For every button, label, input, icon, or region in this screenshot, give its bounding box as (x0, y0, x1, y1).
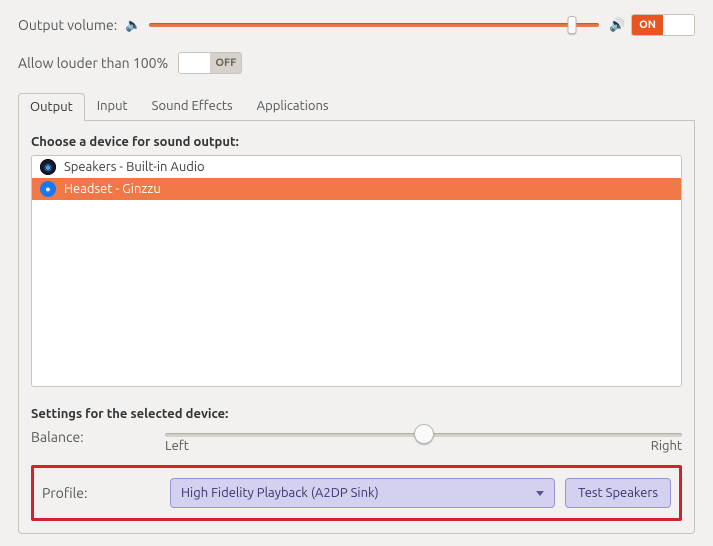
tab-input[interactable]: Input (85, 92, 140, 120)
balance-row: Balance: Left Right (31, 427, 682, 453)
balance-slider[interactable] (165, 433, 682, 437)
allow-louder-label: Allow louder than 100% (18, 55, 168, 71)
bluetooth-icon: ● (40, 181, 56, 197)
balance-thumb[interactable] (414, 424, 434, 444)
balance-left-label: Left (165, 439, 189, 453)
output-volume-toggle[interactable]: ON (631, 14, 695, 36)
toggle-knob (663, 15, 694, 35)
settings-heading: Settings for the selected device: (31, 407, 682, 421)
toggle-off-label: OFF (210, 53, 241, 73)
output-volume-label: Output volume: (18, 17, 117, 33)
device-label: Headset - Ginzzu (64, 182, 161, 196)
choose-device-heading: Choose a device for sound output: (31, 135, 682, 149)
output-device-list[interactable]: ◉ Speakers - Built-in Audio ● Headset - … (31, 155, 682, 387)
test-speakers-button[interactable]: Test Speakers (565, 478, 671, 508)
volume-low-icon: 🔈 (125, 18, 139, 33)
tab-output[interactable]: Output (18, 93, 85, 121)
profile-label: Profile: (42, 485, 160, 501)
output-volume-thumb[interactable] (568, 16, 577, 34)
device-row-headset[interactable]: ● Headset - Ginzzu (32, 178, 681, 200)
tab-applications[interactable]: Applications (245, 92, 341, 120)
volume-high-icon: 🔊 (609, 18, 623, 33)
output-volume-row: Output volume: 🔈 🔊 ON (18, 14, 695, 36)
allow-louder-toggle[interactable]: OFF (178, 52, 242, 74)
device-label: Speakers - Built-in Audio (64, 160, 205, 174)
balance-label: Balance: (31, 427, 161, 445)
speaker-icon: ◉ (40, 159, 56, 175)
toggle-knob (179, 53, 210, 73)
profile-combobox[interactable]: High Fidelity Playback (A2DP Sink) (170, 478, 555, 508)
profile-selected-value: High Fidelity Playback (A2DP Sink) (181, 486, 379, 500)
balance-control: Left Right (165, 427, 682, 453)
chevron-down-icon (536, 491, 544, 496)
sound-settings-panel: Output volume: 🔈 🔊 ON Allow louder than … (0, 0, 713, 546)
profile-highlight-box: Profile: High Fidelity Playback (A2DP Si… (31, 465, 682, 521)
allow-louder-row: Allow louder than 100% OFF (18, 52, 695, 74)
tab-sound-effects[interactable]: Sound Effects (140, 92, 245, 120)
toggle-on-label: ON (632, 15, 663, 35)
device-row-speakers[interactable]: ◉ Speakers - Built-in Audio (32, 156, 681, 178)
output-tab-page: Choose a device for sound output: ◉ Spea… (18, 121, 695, 534)
output-volume-slider[interactable] (149, 23, 599, 27)
selected-device-settings: Settings for the selected device: Balanc… (31, 407, 682, 521)
balance-right-label: Right (651, 439, 682, 453)
tab-bar: Output Input Sound Effects Applications (18, 92, 695, 121)
